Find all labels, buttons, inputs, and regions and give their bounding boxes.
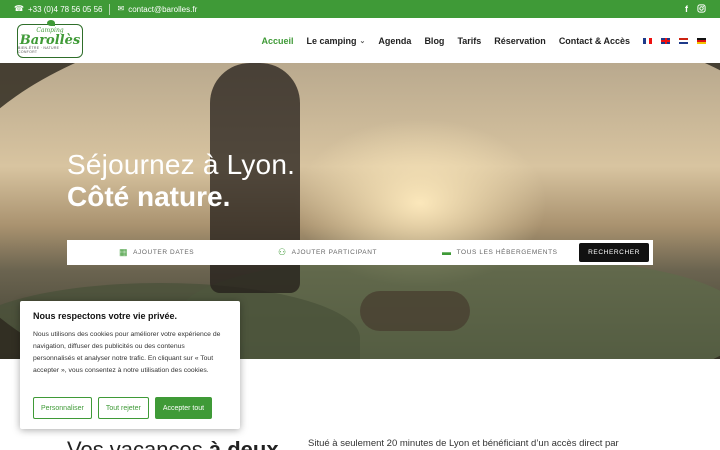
- search-button[interactable]: RECHERCHER: [579, 243, 649, 262]
- section-heading: Vos vacances à deux: [67, 437, 279, 450]
- people-icon: ⚇: [278, 247, 287, 257]
- flag-de-icon[interactable]: [697, 37, 706, 44]
- nav-item-reservation[interactable]: Réservation: [494, 36, 546, 46]
- phone-icon: ☎: [14, 4, 24, 13]
- cookie-text: Nous utilisons des cookies pour améliore…: [33, 331, 221, 374]
- section-paragraph: Situé à seulement 20 minutes de Lyon et …: [308, 438, 619, 449]
- nav-item-agenda[interactable]: Agenda: [378, 36, 411, 46]
- phone-link[interactable]: ☎ +33 (0)4 78 56 05 56: [14, 5, 102, 14]
- nav-label: Agenda: [378, 35, 412, 46]
- nav-item-blog[interactable]: Blog: [424, 36, 444, 46]
- hero-subtitle: Côté nature.: [67, 181, 231, 212]
- nav-label: Le camping: [306, 35, 357, 46]
- site-logo[interactable]: Camping Barollès BIEN-ÊTRE · NATURE · CO…: [17, 20, 83, 58]
- cookie-actions: Personnaliser Tout rejeter Accepter tout: [33, 397, 213, 419]
- heading-bold: à deux: [208, 437, 279, 450]
- nav-label: Réservation: [494, 35, 546, 46]
- top-bar: ☎ +33 (0)4 78 56 05 56 ✉ contact@barolle…: [0, 0, 720, 18]
- nav-item-accueil[interactable]: Accueil: [262, 36, 294, 46]
- hero-title: Séjournez à Lyon.: [67, 149, 296, 180]
- logo-line2: Barollès: [19, 32, 81, 48]
- lodging-label: TOUS LES HÉBERGEMENTS: [456, 249, 558, 256]
- participants-field[interactable]: ⚇ AJOUTER PARTICIPANT: [278, 248, 377, 257]
- nav-item-tarifs[interactable]: Tarifs: [457, 36, 481, 46]
- facebook-icon[interactable]: f: [685, 4, 688, 14]
- cookie-consent-dialog: Nous respectons votre vie privée. Nous u…: [20, 301, 240, 429]
- bed-icon: ▬: [442, 247, 452, 257]
- booking-search-bar: ▦ AJOUTER DATES ⚇ AJOUTER PARTICIPANT ▬ …: [67, 240, 653, 265]
- flag-nl-icon[interactable]: [679, 37, 688, 44]
- participants-label: AJOUTER PARTICIPANT: [291, 249, 378, 256]
- logo-line3: BIEN-ÊTRE · NATURE · CONFORT: [18, 45, 63, 54]
- nav-label: Contact & Accès: [558, 35, 630, 46]
- nav-label: Accueil: [261, 35, 294, 46]
- dates-field[interactable]: ▦ AJOUTER DATES: [119, 248, 194, 257]
- divider: [109, 3, 111, 15]
- social-links: f: [685, 3, 706, 15]
- cookie-title: Nous respectons votre vie privée.: [33, 311, 178, 321]
- calendar-icon: ▦: [119, 247, 129, 257]
- nav-item-contact[interactable]: Contact & Accès: [559, 36, 630, 46]
- phone-number: +33 (0)4 78 56 05 56: [27, 4, 103, 14]
- heading-regular: Vos vacances: [67, 437, 209, 450]
- accept-all-button[interactable]: Accepter tout: [154, 397, 213, 419]
- dates-label: AJOUTER DATES: [133, 249, 195, 256]
- email-address: contact@barolles.fr: [128, 4, 198, 14]
- chevron-down-icon: ⌄: [359, 37, 366, 45]
- main-nav: Accueil Le camping ⌄ Agenda Blog Tarifs R…: [262, 18, 706, 63]
- language-switcher: [643, 37, 706, 44]
- email-link[interactable]: ✉ contact@barolles.fr: [117, 5, 197, 14]
- flag-fr-icon[interactable]: [643, 37, 652, 44]
- nav-label: Blog: [424, 35, 445, 46]
- flag-gb-icon[interactable]: [661, 37, 670, 44]
- leaf-icon: [47, 20, 55, 26]
- nav-label: Tarifs: [457, 35, 482, 46]
- instagram-icon[interactable]: [697, 3, 706, 15]
- customize-button[interactable]: Personnaliser: [33, 397, 92, 419]
- site-header: Camping Barollès BIEN-ÊTRE · NATURE · CO…: [0, 18, 720, 63]
- page: ☎ +33 (0)4 78 56 05 56 ✉ contact@barolle…: [0, 0, 720, 450]
- reject-all-button[interactable]: Tout rejeter: [97, 397, 149, 419]
- lodging-field[interactable]: ▬ TOUS LES HÉBERGEMENTS: [442, 248, 558, 257]
- nav-item-le-camping[interactable]: Le camping ⌄: [307, 36, 366, 46]
- mail-icon: ✉: [117, 4, 125, 13]
